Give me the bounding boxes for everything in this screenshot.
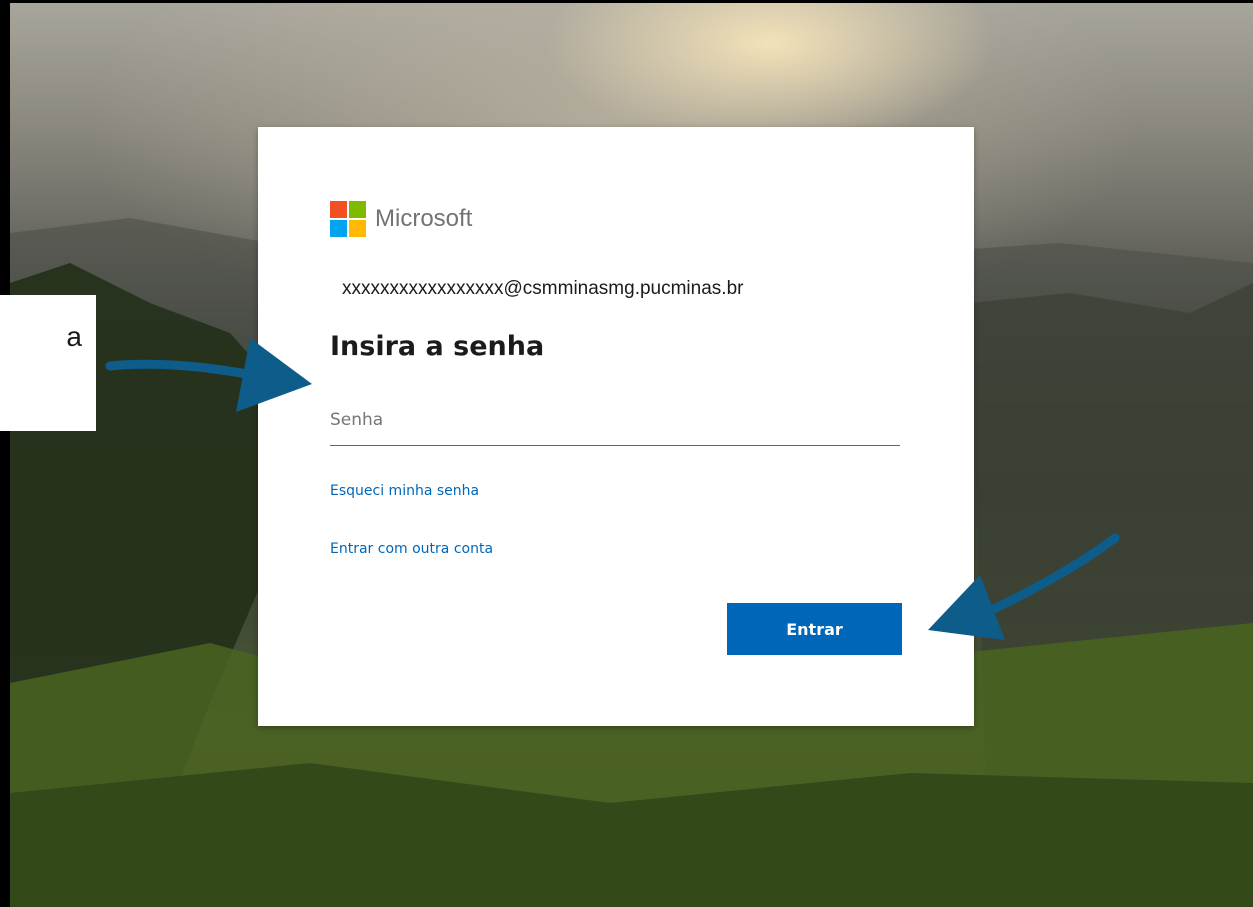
callout-box: a [0, 295, 96, 431]
password-input[interactable] [330, 395, 900, 446]
page-title: Insira a senha [330, 331, 545, 362]
microsoft-logo: Microsoft [330, 201, 472, 237]
login-card: Microsoft xxxxxxxxxxxxxxxxx@csmminasmg.p… [258, 127, 974, 726]
logo-text: Microsoft [375, 205, 473, 232]
other-account-link[interactable]: Entrar com outra conta [330, 541, 493, 557]
microsoft-logo-icon [330, 201, 366, 237]
forgot-password-link[interactable]: Esqueci minha senha [330, 483, 479, 499]
callout-text: a [66, 321, 82, 352]
submit-button[interactable]: Entrar [727, 603, 902, 655]
account-email: xxxxxxxxxxxxxxxxx@csmminasmg.pucminas.br [342, 278, 744, 299]
